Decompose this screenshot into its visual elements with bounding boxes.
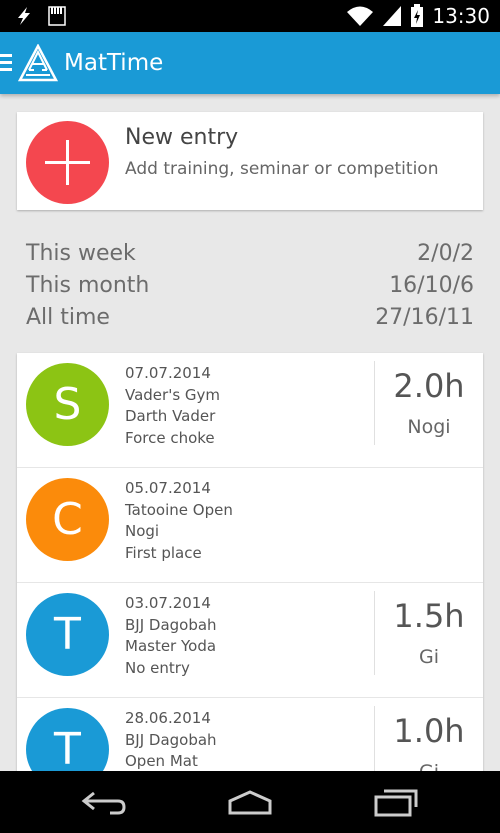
entries-list: S 07.07.2014 Vader's Gym Darth Vader For…: [17, 353, 483, 773]
app-title: MatTime: [64, 50, 164, 76]
stat-row-month: This month 16/10/6: [26, 270, 474, 302]
entry-date: 07.07.2014: [125, 364, 211, 382]
entry-line: Vader's Gym: [125, 385, 221, 404]
entry-date: 03.07.2014: [125, 594, 211, 612]
new-entry-subtitle: Add training, seminar or competition: [125, 159, 439, 179]
app-bar: MatTime: [0, 32, 500, 94]
stat-value: 27/16/11: [375, 305, 474, 330]
entry-line: Darth Vader: [125, 407, 216, 425]
avatar: T: [26, 708, 109, 773]
avatar: C: [26, 478, 109, 561]
avatar: S: [26, 363, 109, 446]
stat-label: This week: [26, 241, 136, 266]
back-icon[interactable]: [80, 789, 128, 817]
signal-icon: [383, 6, 402, 26]
entry-type: Nogi: [407, 416, 451, 438]
stat-label: This month: [26, 273, 150, 298]
entry-item[interactable]: T 03.07.2014 BJJ Dagobah Master Yoda No …: [17, 583, 483, 698]
recents-icon[interactable]: [372, 787, 420, 817]
home-icon[interactable]: [226, 789, 274, 817]
entry-date: 05.07.2014: [125, 479, 211, 497]
new-entry-title: New entry: [125, 125, 239, 150]
entry-line: No entry: [125, 658, 190, 677]
bolt-icon: [18, 7, 30, 25]
stat-label: All time: [26, 305, 110, 330]
entry-line: Force choke: [125, 428, 215, 447]
wifi-icon: [347, 6, 374, 26]
entry-line: Open Mat: [125, 752, 198, 770]
entry-line: Master Yoda: [125, 637, 217, 655]
battery-charging-icon: [411, 4, 424, 27]
entry-line: Nogi: [125, 522, 160, 540]
menu-icon[interactable]: [0, 54, 14, 72]
entry-line: First place: [125, 543, 202, 562]
plus-icon[interactable]: [26, 121, 109, 204]
navigation-bar: [0, 771, 500, 833]
entry-item[interactable]: T 28.06.2014 BJJ Dagobah Open Mat 1.0h G…: [17, 698, 483, 773]
entry-type: Gi: [418, 646, 439, 668]
stat-value: 2/0/2: [417, 241, 474, 266]
clock: 13:30: [432, 4, 490, 28]
app-logo-icon[interactable]: [18, 44, 58, 82]
entry-item[interactable]: C 05.07.2014 Tatooine Open Nogi First pl…: [17, 468, 483, 583]
new-entry-card[interactable]: New entry Add training, seminar or compe…: [17, 112, 483, 210]
entry-line: Tatooine Open: [125, 500, 233, 519]
stat-row-all-time: All time 27/16/11: [26, 302, 474, 334]
entry-hours: 1.5h: [393, 597, 465, 635]
entry-line: BJJ Dagobah: [125, 730, 217, 749]
stat-value: 16/10/6: [389, 273, 474, 298]
stat-row-week: This week 2/0/2: [26, 238, 474, 270]
entry-hours: 1.0h: [393, 712, 465, 750]
avatar: T: [26, 593, 109, 676]
entry-item[interactable]: S 07.07.2014 Vader's Gym Darth Vader For…: [17, 353, 483, 468]
status-bar: 13:30: [0, 0, 500, 32]
entry-hours: 2.0h: [393, 367, 465, 405]
stats-summary: This week 2/0/2 This month 16/10/6 All t…: [26, 238, 474, 334]
entry-date: 28.06.2014: [125, 709, 211, 727]
sd-card-icon: [48, 6, 66, 26]
entry-line: BJJ Dagobah: [125, 615, 217, 634]
